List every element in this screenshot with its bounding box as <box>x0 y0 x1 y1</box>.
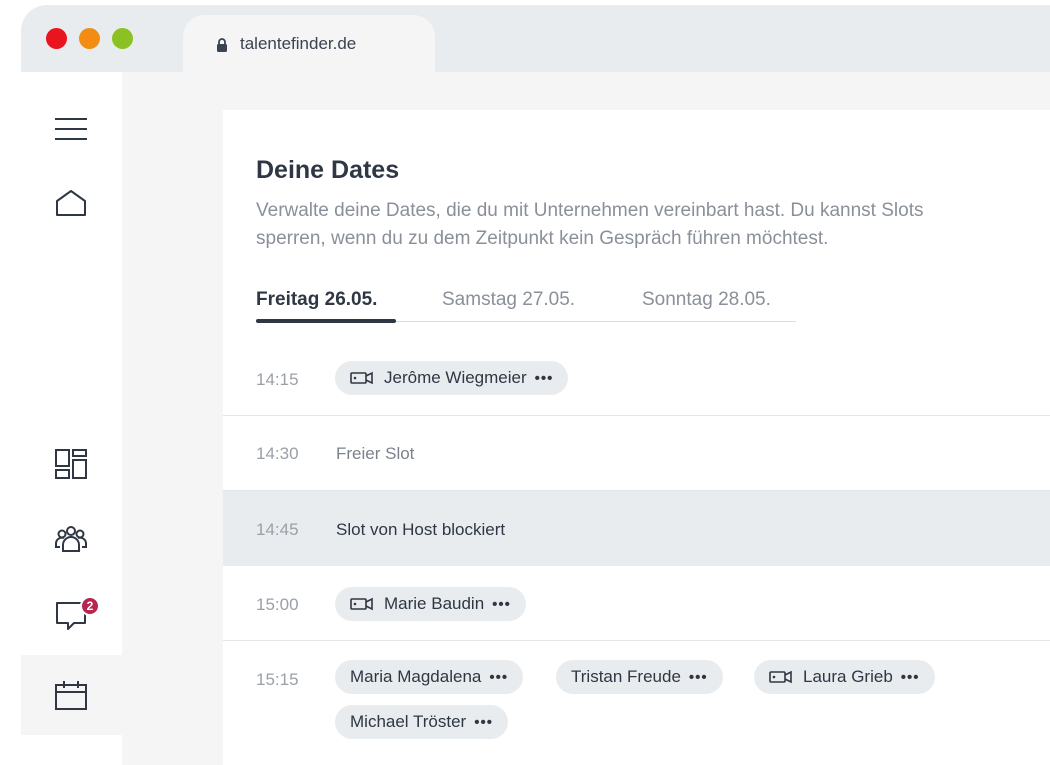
sidebar: 2 <box>21 72 122 765</box>
people-icon[interactable] <box>54 521 88 555</box>
video-icon <box>350 597 374 611</box>
slot-row: 15:15 Maria Magdalena ••• Tristan Freude… <box>223 641 1050 765</box>
slot-row-blocked: 14:45 Slot von Host blockiert <box>223 491 1050 566</box>
browser-tab[interactable]: talentefinder.de <box>183 15 435 72</box>
more-options-icon[interactable]: ••• <box>474 714 493 731</box>
tab-saturday[interactable]: Samstag 27.05. <box>442 289 575 311</box>
participant-name: Michael Tröster <box>350 712 467 731</box>
page-description: Verwalte deine Dates, die du mit Unterne… <box>256 200 924 249</box>
chat-badge: 2 <box>80 596 100 616</box>
participant-chip[interactable]: Tristan Freude ••• <box>556 660 723 694</box>
tab-sunday[interactable]: Sonntag 28.05. <box>642 289 771 311</box>
slot-time: 15:15 <box>256 670 299 689</box>
video-icon <box>769 670 793 684</box>
url-text: talentefinder.de <box>240 33 357 53</box>
page-title: Deine Dates <box>256 156 400 184</box>
home-icon[interactable] <box>54 186 88 220</box>
more-options-icon[interactable]: ••• <box>689 669 708 686</box>
more-options-icon[interactable]: ••• <box>492 596 511 613</box>
slot-status: Slot von Host blockiert <box>336 520 506 539</box>
minimize-window-button[interactable] <box>79 28 100 49</box>
participant-name: Maria Magdalena <box>350 667 482 686</box>
lock-icon <box>216 37 228 52</box>
more-options-icon[interactable]: ••• <box>901 669 920 686</box>
dates-card: Deine Dates Verwalte deine Dates, die du… <box>223 110 1050 765</box>
slot-time: 14:30 <box>256 444 299 463</box>
slot-status: Freier Slot <box>336 444 415 463</box>
participant-chip[interactable]: Marie Baudin ••• <box>335 587 526 621</box>
maximize-window-button[interactable] <box>112 28 133 49</box>
participant-name: Tristan Freude <box>571 667 681 686</box>
slot-row: 14:30 Freier Slot <box>223 416 1050 491</box>
active-tab-indicator <box>256 319 396 323</box>
more-options-icon[interactable]: ••• <box>535 370 554 387</box>
participant-name: Laura Grieb <box>803 667 893 686</box>
slot-time: 14:45 <box>256 520 299 539</box>
participant-chip[interactable]: Laura Grieb ••• <box>754 660 935 694</box>
participant-chip[interactable]: Jerôme Wiegmeier ••• <box>335 361 569 395</box>
participant-chip[interactable]: Michael Tröster ••• <box>335 705 508 739</box>
participant-chip[interactable]: Maria Magdalena ••• <box>335 660 524 694</box>
browser-titlebar: talentefinder.de <box>21 5 1050 72</box>
menu-icon[interactable] <box>54 112 88 146</box>
day-tabs: Freitag 26.05. Samstag 27.05. Sonntag 28… <box>256 282 796 323</box>
video-icon <box>350 371 374 385</box>
slot-time: 15:00 <box>256 595 299 614</box>
participant-name: Marie Baudin <box>384 594 485 613</box>
participant-name: Jerôme Wiegmeier <box>384 368 527 387</box>
tab-friday[interactable]: Freitag 26.05. <box>256 289 377 311</box>
dashboard-icon[interactable] <box>54 447 88 481</box>
slot-time: 14:15 <box>256 370 299 389</box>
calendar-icon[interactable] <box>54 678 88 712</box>
close-window-button[interactable] <box>46 28 67 49</box>
slot-row: 14:15 Jerôme Wiegmeier ••• <box>223 342 1050 416</box>
more-options-icon[interactable]: ••• <box>489 669 508 686</box>
browser-window: talentefinder.de 2 Deine Dates Verwalte … <box>21 5 1050 765</box>
slot-row: 15:00 Marie Baudin ••• <box>223 566 1050 641</box>
